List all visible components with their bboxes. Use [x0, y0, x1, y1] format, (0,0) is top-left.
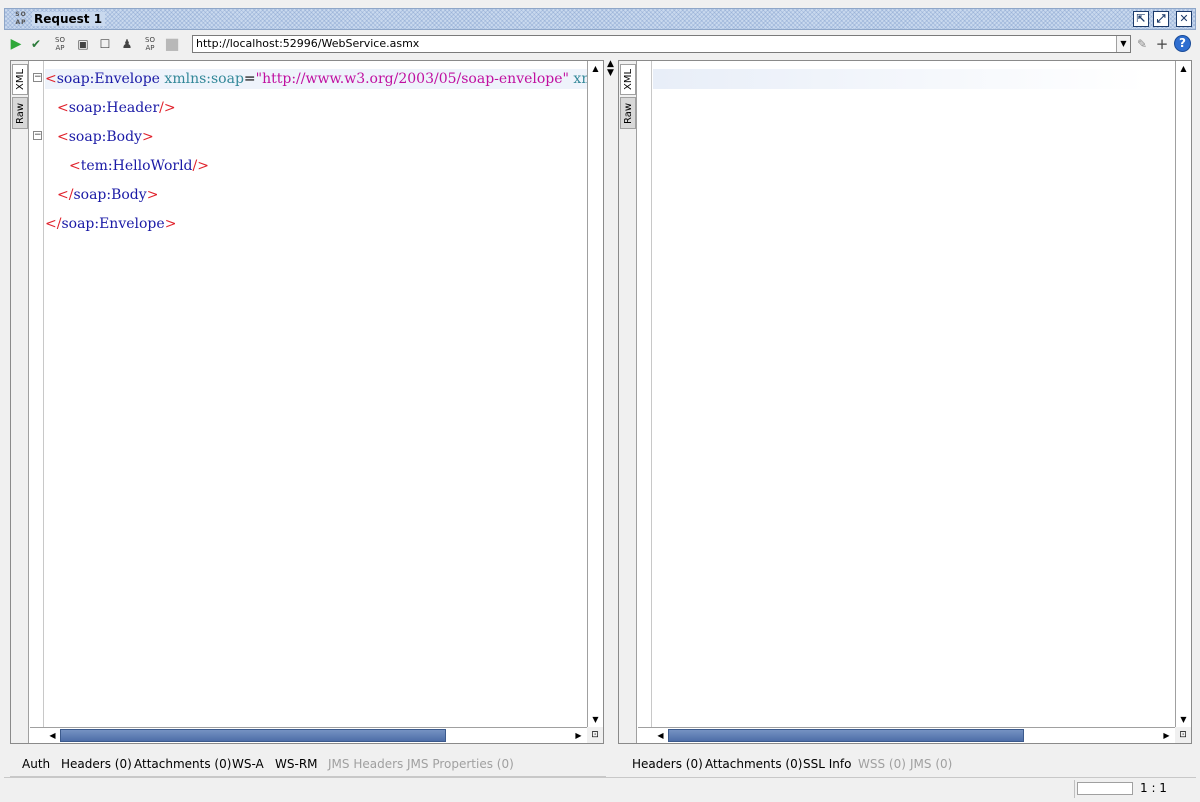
- soap-version-icon[interactable]: SO AP: [142, 36, 158, 52]
- response-fold-gutter: [638, 61, 652, 743]
- fold-gutter: − −: [30, 61, 44, 743]
- tab-ssl-info[interactable]: SSL Info: [803, 757, 851, 771]
- response-bottom-tabs: Headers (0) Attachments (0) SSL Info WSS…: [632, 757, 1192, 773]
- request-scroll-thumb[interactable]: [60, 729, 446, 742]
- request-xml-editor[interactable]: <soap:Envelope xmlns:soap="http://www.w3…: [45, 61, 587, 727]
- xml-line: <soap:Body>: [57, 129, 154, 145]
- caret-position: 1 : 1: [1140, 781, 1167, 795]
- scroll-left-icon[interactable]: ◀: [46, 729, 59, 742]
- status-bar: 1 : 1: [4, 777, 1196, 799]
- tab-response-xml[interactable]: XML: [620, 64, 636, 95]
- request-window-titlebar: SO AP Request 1 ⇱ ⤢ ✕: [4, 8, 1196, 30]
- tab-jms-properties: JMS Properties (0): [407, 757, 514, 771]
- response-horizontal-scrollbar[interactable]: ◀ ▶: [638, 727, 1175, 743]
- response-editor-panel: XML Raw ▲ ▼ ◀ ▶ ⊡: [618, 60, 1192, 744]
- scroll-right-icon[interactable]: ▶: [572, 729, 585, 742]
- tab-response-attachments[interactable]: Attachments (0): [705, 757, 802, 771]
- response-scroll-thumb[interactable]: [668, 729, 1024, 742]
- response-current-line: [653, 69, 1147, 89]
- request-view-tabs: XML Raw: [11, 61, 29, 743]
- collapse-envelope-icon[interactable]: −: [33, 73, 42, 82]
- window-title: Request 1: [32, 12, 106, 26]
- status-separator: [1074, 780, 1075, 798]
- endpoint-url-input[interactable]: http://localhost:52996/WebService.asmx ▼: [192, 35, 1131, 53]
- request-bottom-tabs: Auth Headers (0) Attachments (0) WS-A WS…: [22, 757, 604, 773]
- tab-request-headers[interactable]: Headers (0): [61, 757, 132, 771]
- request-horizontal-scrollbar[interactable]: ◀ ▶: [30, 727, 587, 743]
- help-icon[interactable]: ?: [1174, 35, 1191, 52]
- xml-line: </soap:Envelope>: [45, 216, 177, 232]
- close-icon[interactable]: ✕: [1176, 11, 1192, 27]
- scroll-down-icon[interactable]: ▼: [589, 713, 602, 726]
- scroll-up-icon[interactable]: ▲: [1177, 62, 1190, 75]
- tab-response-raw[interactable]: Raw: [620, 97, 636, 129]
- soap-options-icon[interactable]: SO AP: [52, 36, 68, 52]
- tab-jms-headers: JMS Headers: [328, 757, 404, 771]
- xml-line: </soap:Body>: [57, 187, 159, 203]
- run-icon[interactable]: ▶: [8, 36, 24, 52]
- check-icon[interactable]: ✔: [28, 36, 44, 52]
- response-vertical-scrollbar[interactable]: ▲ ▼: [1175, 61, 1191, 727]
- square-icon[interactable]: ☐: [97, 36, 113, 52]
- tab-ws-a[interactable]: WS-A: [232, 757, 264, 771]
- status-progress-box: [1077, 782, 1133, 795]
- xml-line: <tem:HelloWorld/>: [69, 158, 209, 174]
- tab-response-headers[interactable]: Headers (0): [632, 757, 703, 771]
- collapse-body-icon[interactable]: −: [33, 131, 42, 140]
- fit-icon[interactable]: ▣: [75, 36, 91, 52]
- user-icon[interactable]: ♟: [119, 36, 135, 52]
- soap-icon: SO AP: [15, 11, 27, 26]
- zoom-icon[interactable]: ⊡: [587, 727, 603, 743]
- xml-line: <soap:Envelope xmlns:soap="http://www.w3…: [45, 69, 587, 89]
- tab-jms: JMS (0): [910, 757, 953, 771]
- tab-auth[interactable]: Auth: [22, 757, 50, 771]
- response-view-tabs: XML Raw: [619, 61, 637, 743]
- tab-request-raw[interactable]: Raw: [12, 97, 28, 129]
- add-icon[interactable]: +: [1154, 36, 1170, 52]
- xml-line: <soap:Header/>: [57, 100, 176, 116]
- scroll-right-icon[interactable]: ▶: [1160, 729, 1173, 742]
- zoom-icon[interactable]: ⊡: [1175, 727, 1191, 743]
- tab-request-attachments[interactable]: Attachments (0): [134, 757, 231, 771]
- request-vertical-scrollbar[interactable]: ▲ ▼: [587, 61, 603, 727]
- splitter-arrows-icon[interactable]: ▲ ▼: [606, 60, 615, 78]
- stop-icon[interactable]: ■: [164, 36, 180, 52]
- maximize-icon[interactable]: ⤢: [1153, 11, 1169, 27]
- tab-ws-rm[interactable]: WS-RM: [275, 757, 318, 771]
- edit-endpoint-icon[interactable]: ✎: [1134, 36, 1150, 52]
- scroll-down-icon[interactable]: ▼: [1177, 713, 1190, 726]
- response-xml-editor[interactable]: [653, 61, 1175, 727]
- request-editor-panel: XML Raw − − <soap:Envelope xmlns:soap="h…: [10, 60, 604, 744]
- tab-request-xml[interactable]: XML: [12, 64, 28, 95]
- scroll-up-icon[interactable]: ▲: [589, 62, 602, 75]
- request-toolbar: ▶ ✔ SO AP ▣ ☐ ♟ SO AP ■ http://localhost:5…: [4, 32, 1196, 56]
- chevron-down-icon[interactable]: ▼: [1116, 36, 1130, 52]
- endpoint-url-text: http://localhost:52996/WebService.asmx: [196, 37, 420, 50]
- tab-wss: WSS (0): [858, 757, 906, 771]
- detach-icon[interactable]: ⇱: [1133, 11, 1149, 27]
- scroll-left-icon[interactable]: ◀: [654, 729, 667, 742]
